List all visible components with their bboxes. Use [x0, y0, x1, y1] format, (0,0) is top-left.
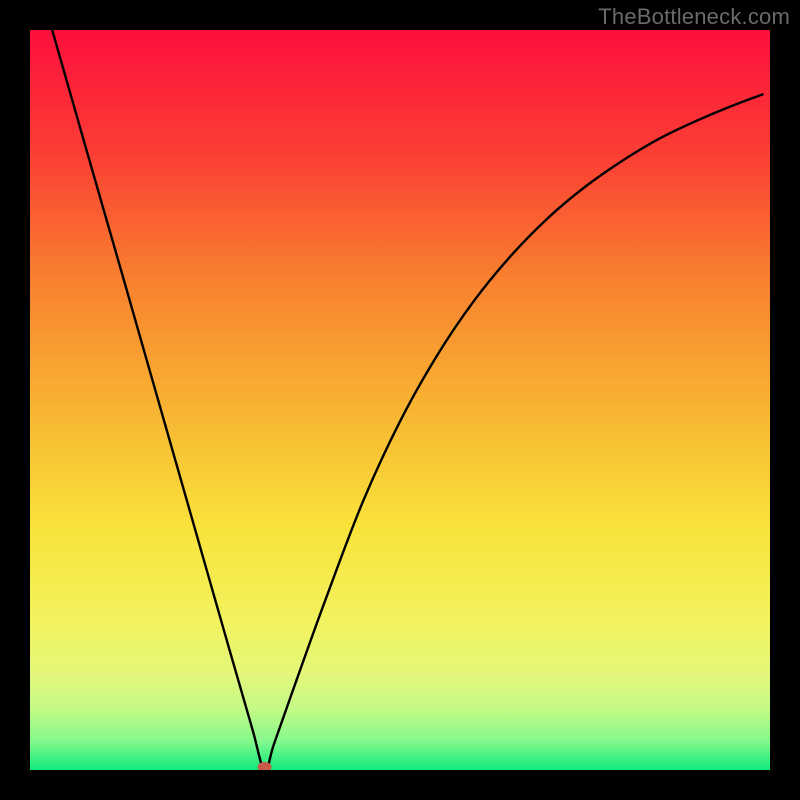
plot-area — [30, 30, 770, 770]
watermark-text: TheBottleneck.com — [598, 4, 790, 30]
chart-frame: TheBottleneck.com — [0, 0, 800, 800]
gradient-background — [30, 30, 770, 770]
chart-svg — [30, 30, 770, 770]
